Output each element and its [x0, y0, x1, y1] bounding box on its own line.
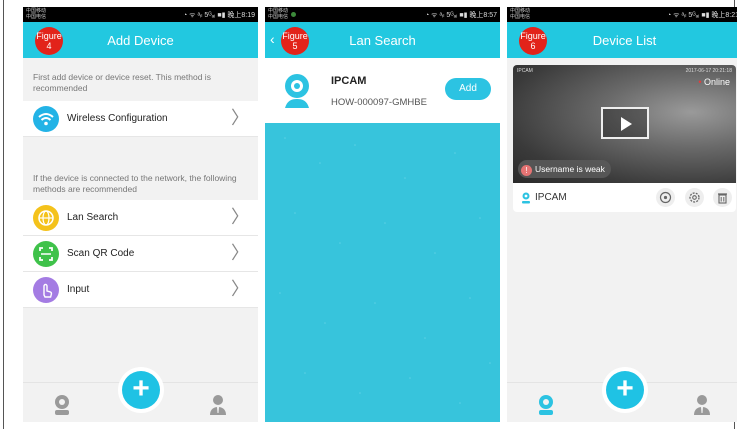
notification-dot-icon: [291, 12, 296, 17]
menu-item-input[interactable]: Input 〉: [23, 272, 258, 308]
chevron-right-icon: 〉: [231, 243, 249, 263]
camera-tab-icon[interactable]: [537, 394, 555, 421]
camera-tab-icon[interactable]: [53, 394, 71, 421]
back-arrow-icon[interactable]: ‹: [270, 31, 275, 47]
plus-icon: +: [606, 371, 644, 409]
chevron-right-icon: 〉: [231, 207, 249, 227]
warning-label: Username is weak: [535, 164, 605, 174]
title-bar: Device List Figure 6: [507, 22, 737, 58]
status-indicators: ◔ ᯤ ᵃᵢₗ 5ᴳₐᵢ ■▮ 晚上8:21: [667, 12, 737, 19]
menu-item-label: Input: [67, 284, 90, 295]
carrier-label: 中国移动 中国电信: [26, 8, 47, 20]
ip-camera-icon: [279, 72, 315, 115]
user-tab-icon[interactable]: [209, 394, 227, 421]
status-bar: 中国移动 中国电信 ◔ ᯤ ᵃᵢₗ 5ᴳₐᵢ ■▮ 晚上8:57: [265, 7, 500, 22]
device-card: IPCAM 2017-06-17 20:21:18 • Online ! User…: [513, 65, 736, 212]
frame-divider-left: [3, 0, 4, 429]
add-device-button[interactable]: +: [602, 367, 648, 413]
status-bar: 中国移动 中国电信 ◔ ᯤ ᵃᵢₗ 5ᴳₐᵢ ■▮ 晚上8:21: [507, 7, 737, 22]
figure-badge: Figure 4: [35, 27, 63, 55]
online-label: Online: [703, 77, 730, 87]
device-uid: HOW-000097-GMHBE: [331, 97, 427, 108]
add-button[interactable]: Add: [445, 78, 491, 100]
video-preview[interactable]: IPCAM 2017-06-17 20:21:18 • Online ! User…: [513, 65, 736, 183]
section-note-network: If the device is connected to the networ…: [23, 173, 258, 195]
gear-icon[interactable]: [685, 188, 704, 207]
chevron-right-icon: 〉: [231, 279, 249, 299]
camera-small-icon: [521, 191, 531, 209]
weak-password-warning[interactable]: ! Username is weak: [518, 160, 611, 178]
device-row: IPCAM: [513, 183, 736, 212]
title-bar: Lan Search Figure 5 ‹: [265, 22, 500, 58]
user-tab-icon[interactable]: [693, 394, 711, 421]
section-note-reset: First add device or device reset. This m…: [23, 72, 258, 94]
warning-icon: !: [521, 165, 532, 176]
status-dot-icon: •: [698, 77, 702, 87]
play-icon: [621, 117, 632, 131]
device-name: IPCAM: [331, 75, 367, 87]
status-indicators: ◔ ᯤ ᵃᵢₗ 5ᴳₐᵢ ■▮ 晚上8:57: [425, 12, 497, 19]
menu-item-wireless-configuration[interactable]: Wireless Configuration 〉: [23, 101, 258, 137]
menu-item-label: Wireless Configuration: [67, 113, 168, 124]
status-indicators: ◔ ᯤ ᵃᵢₗ 5ᴳₐᵢ ■▮ 晚上8:19: [183, 12, 255, 19]
carrier-label: 中国移动 中国电信: [268, 8, 289, 20]
chevron-right-icon: 〉: [231, 108, 249, 128]
qr-scan-icon: [33, 241, 59, 267]
plus-icon: +: [122, 371, 160, 409]
search-background: [265, 123, 500, 422]
phone-add-device: 中国移动 中国电信 ◔ ᯤ ᵃᵢₗ 5ᴳₐᵢ ■▮ 晚上8:19 Add Dev…: [23, 7, 258, 422]
figure-badge: Figure 6: [519, 27, 547, 55]
video-timestamp: 2017-06-17 20:21:18: [685, 68, 732, 74]
play-button[interactable]: [601, 107, 649, 139]
hand-pointer-icon: [33, 277, 59, 303]
online-status: • Online: [698, 77, 730, 87]
figure-badge: Figure 5: [281, 27, 309, 55]
phone-device-list: 中国移动 中国电信 ◔ ᯤ ᵃᵢₗ 5ᴳₐᵢ ■▮ 晚上8:21 Device …: [507, 7, 737, 422]
video-overlay-label: IPCAM: [517, 68, 533, 74]
wifi-icon: [33, 106, 59, 132]
phone-lan-search: 中国移动 中国电信 ◔ ᯤ ᵃᵢₗ 5ᴳₐᵢ ■▮ 晚上8:57 Lan Sea…: [265, 7, 500, 422]
menu-item-label: Lan Search: [67, 212, 119, 223]
lan-device-row: IPCAM HOW-000097-GMHBE Add: [265, 58, 500, 123]
globe-icon: [33, 205, 59, 231]
menu-item-lan-search[interactable]: Lan Search 〉: [23, 200, 258, 236]
device-name: IPCAM: [535, 192, 567, 203]
status-bar: 中国移动 中国电信 ◔ ᯤ ᵃᵢₗ 5ᴳₐᵢ ■▮ 晚上8:19: [23, 7, 258, 22]
trash-icon[interactable]: [713, 188, 732, 207]
playback-icon[interactable]: [656, 188, 675, 207]
menu-item-label: Scan QR Code: [67, 248, 135, 259]
title-bar: Add Device Figure 4: [23, 22, 258, 58]
menu-item-scan-qr-code[interactable]: Scan QR Code 〉: [23, 236, 258, 272]
carrier-label: 中国移动 中国电信: [510, 8, 531, 20]
add-device-button[interactable]: +: [118, 367, 164, 413]
